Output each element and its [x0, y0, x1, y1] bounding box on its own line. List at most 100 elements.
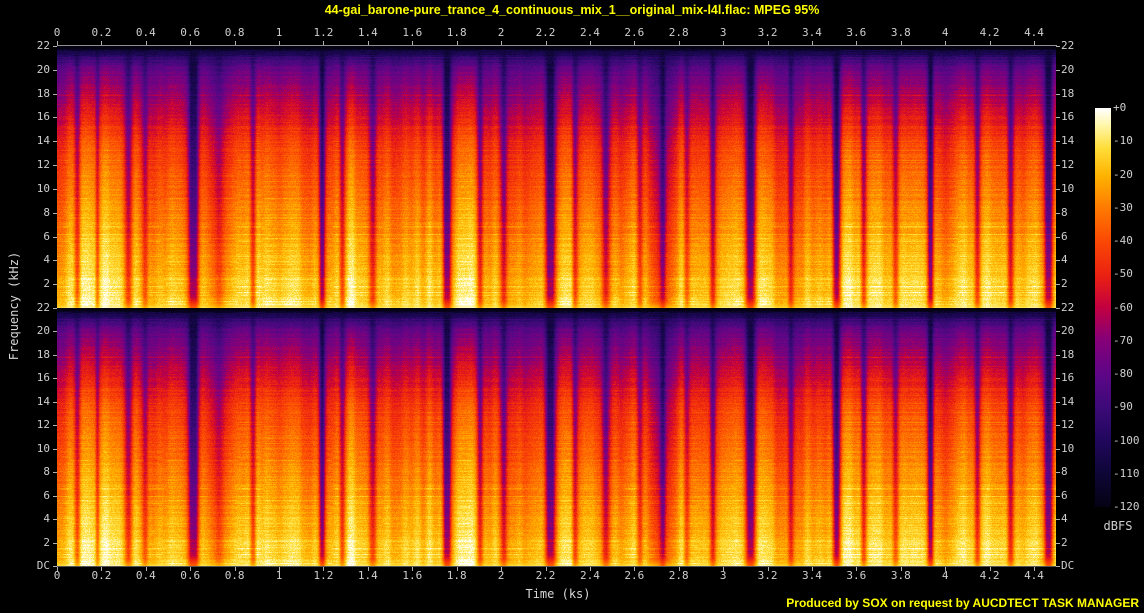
freq-tick: [53, 284, 57, 286]
time-tick: [634, 567, 636, 571]
time-tick: [501, 41, 503, 45]
freq-tick: [1056, 93, 1060, 95]
freq-tick-label: 12: [36, 158, 50, 172]
freq-tick: [53, 165, 57, 167]
time-tick: [945, 41, 947, 45]
freq-tick: [1056, 212, 1060, 214]
time-tick: [234, 41, 236, 45]
time-axis-label: Time (ks): [525, 587, 591, 601]
time-tick: [767, 41, 769, 45]
page-title: 44-gai_barone-pure_trance_4_continuous_m…: [324, 3, 820, 17]
freq-tick: [53, 69, 57, 71]
freq-tick: [1056, 378, 1060, 380]
freq-tick: [1056, 236, 1060, 238]
time-tick: [1034, 41, 1035, 45]
time-tick: [945, 567, 947, 571]
time-tick: [101, 41, 103, 45]
freq-tick: [53, 472, 57, 474]
time-tick: [323, 41, 325, 45]
db-tick-label: -50: [1113, 267, 1133, 281]
db-tick-label: -70: [1113, 333, 1133, 347]
freq-tick-label: 18: [1061, 86, 1075, 100]
time-tick: [989, 567, 991, 571]
freq-tick-label: 6: [43, 488, 50, 502]
freq-tick: [53, 308, 57, 309]
time-tick: [190, 567, 192, 571]
time-tick: [634, 41, 636, 45]
time-tick: [723, 567, 725, 571]
time-tick: [545, 41, 547, 45]
db-tick-label: -60: [1113, 300, 1133, 314]
freq-tick-label: 8: [43, 205, 50, 219]
freq-tick: [1056, 117, 1060, 119]
time-tick: [101, 567, 103, 571]
freq-tick: [1056, 519, 1060, 521]
time-tick: [367, 567, 369, 571]
time-tick: [412, 567, 414, 571]
freq-tick-label: 22: [36, 39, 50, 52]
freq-tick: [1056, 448, 1060, 450]
db-tick-label: -100: [1113, 433, 1140, 447]
freq-tick: [53, 331, 57, 333]
time-tick: [545, 567, 547, 571]
freq-tick: [1056, 472, 1060, 474]
freq-tick-label: 20: [36, 62, 50, 76]
time-tick: [767, 567, 769, 571]
freq-tick: [53, 542, 57, 544]
time-tick: [501, 567, 503, 571]
time-tick: [900, 567, 902, 571]
freq-tick-label: 18: [36, 86, 50, 100]
spectrogram-channel-left: [57, 46, 1056, 308]
time-tick: [145, 41, 147, 45]
db-tick-label: -30: [1113, 200, 1133, 214]
freq-tick: [1056, 284, 1060, 286]
freq-tick-label: 14: [36, 134, 50, 148]
freq-tick-label: 22: [1061, 39, 1075, 52]
time-tick: [323, 567, 325, 571]
freq-tick: [1056, 308, 1060, 309]
time-tick: [589, 567, 591, 571]
freq-tick: [53, 46, 57, 47]
freq-tick-label: 10: [36, 181, 50, 195]
freq-tick-label: 8: [43, 465, 50, 479]
freq-tick-label: 2: [43, 277, 50, 291]
time-tick: [456, 567, 458, 571]
time-tick: [190, 41, 192, 45]
time-tick: [811, 41, 813, 45]
time-tick: [412, 41, 414, 45]
db-tick-label: -110: [1113, 466, 1140, 480]
freq-tick-label: 2: [43, 535, 50, 549]
freq-tick: [1056, 141, 1060, 143]
time-tick: [856, 41, 858, 45]
freq-tick-label: 16: [36, 110, 50, 124]
freq-tick: [53, 425, 57, 427]
attribution: Produced by SOX on request by AUCDTECT T…: [786, 596, 1139, 610]
freq-tick: [1056, 260, 1060, 262]
colorbar: [1095, 108, 1111, 507]
time-tick: [57, 41, 58, 45]
freq-tick-label: 4: [43, 512, 50, 526]
freq-tick: [1056, 401, 1060, 403]
colorbar-unit: dBFS: [1103, 519, 1133, 533]
freq-tick: [53, 519, 57, 521]
time-tick: [678, 567, 680, 571]
time-tick: [811, 567, 813, 571]
time-tick-label: 4.4: [1024, 26, 1044, 39]
freq-tick: [1056, 331, 1060, 333]
freq-tick: [1056, 354, 1060, 356]
freq-tick-label: 22: [36, 301, 50, 314]
freq-tick: [1056, 566, 1060, 567]
freq-tick: [53, 260, 57, 262]
time-tick: [456, 41, 458, 45]
time-tick: [234, 567, 236, 571]
freq-tick: [53, 378, 57, 380]
time-tick: [367, 41, 369, 45]
freq-tick: [1056, 46, 1060, 47]
freq-tick: [1056, 165, 1060, 167]
time-tick: [145, 567, 147, 571]
freq-tick-label: 12: [36, 418, 50, 432]
freq-tick-label: 4: [43, 253, 50, 267]
db-tick-label: -20: [1113, 167, 1133, 181]
freq-tick: [1056, 188, 1060, 190]
freq-tick: [53, 212, 57, 214]
